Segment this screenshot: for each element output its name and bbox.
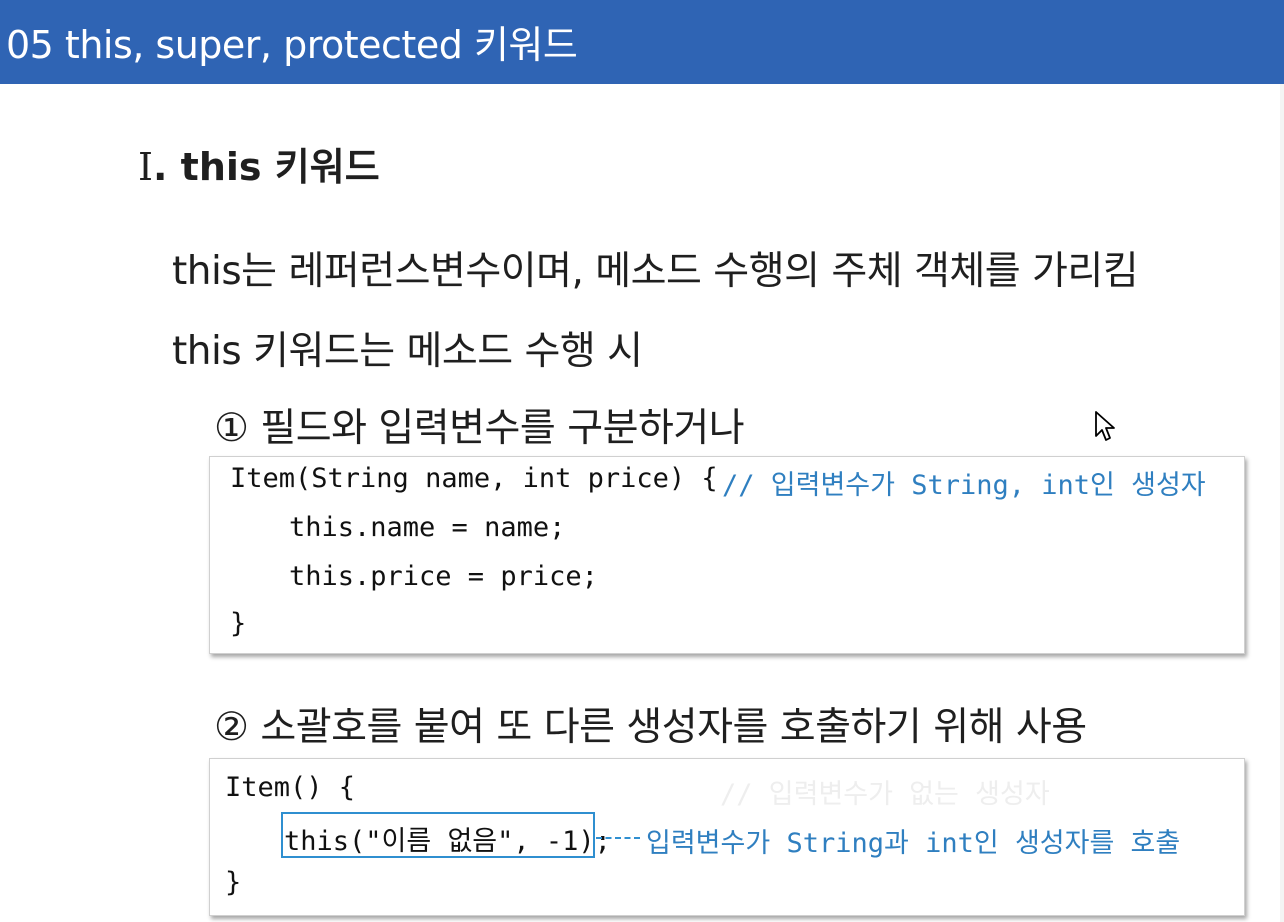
code-1-line-4: } [230,608,247,639]
code-2-annotation: 입력변수가 String과 int인 생성자를 호출 [646,828,1181,859]
slide-title: 05 this, super, protected 키워드 [6,23,578,67]
code-1-line-2: this.name = name; [289,512,566,543]
code-2-line-2: this("이름 없음", -1); [284,826,611,857]
item-1-text: ① 필드와 입력변수를 구분하거나 [214,406,745,451]
code-1-line-3: this.price = price; [289,561,598,592]
code-2-line-1: Item() { [225,772,356,803]
slide-header: 05 this, super, protected 키워드 [0,0,1284,84]
section-title: . this 키워드 [153,145,380,189]
body-line-1: this는 레퍼런스변수이며, 메소드 수행의 주체 객체를 가리킴 [172,249,1139,294]
mouse-pointer-icon [1095,411,1115,441]
section-heading: Ⅰ. this 키워드 [138,136,380,191]
code-2-line-3: } [225,867,242,898]
scrollbar-edge [1280,84,1284,922]
section-numeral: Ⅰ [138,145,154,189]
body-line-2: this 키워드는 메소드 수행 시 [172,329,643,374]
code-box-2: Item() { // 입력변수가 없는 생성자 this("이름 없음", -… [209,758,1245,916]
code-1-comment: // 입력변수가 String, int인 생성자 [722,470,1206,501]
code-box-1: Item(String name, int price) { // 입력변수가 … [209,456,1245,654]
item-2-text: ② 소괄호를 붙여 또 다른 생성자를 호출하기 위해 사용 [214,705,1087,750]
code-2-faded-comment: // 입력변수가 없는 생성자 [720,779,1050,810]
annotation-connector [596,837,640,839]
code-1-line-1: Item(String name, int price) { [230,463,718,494]
